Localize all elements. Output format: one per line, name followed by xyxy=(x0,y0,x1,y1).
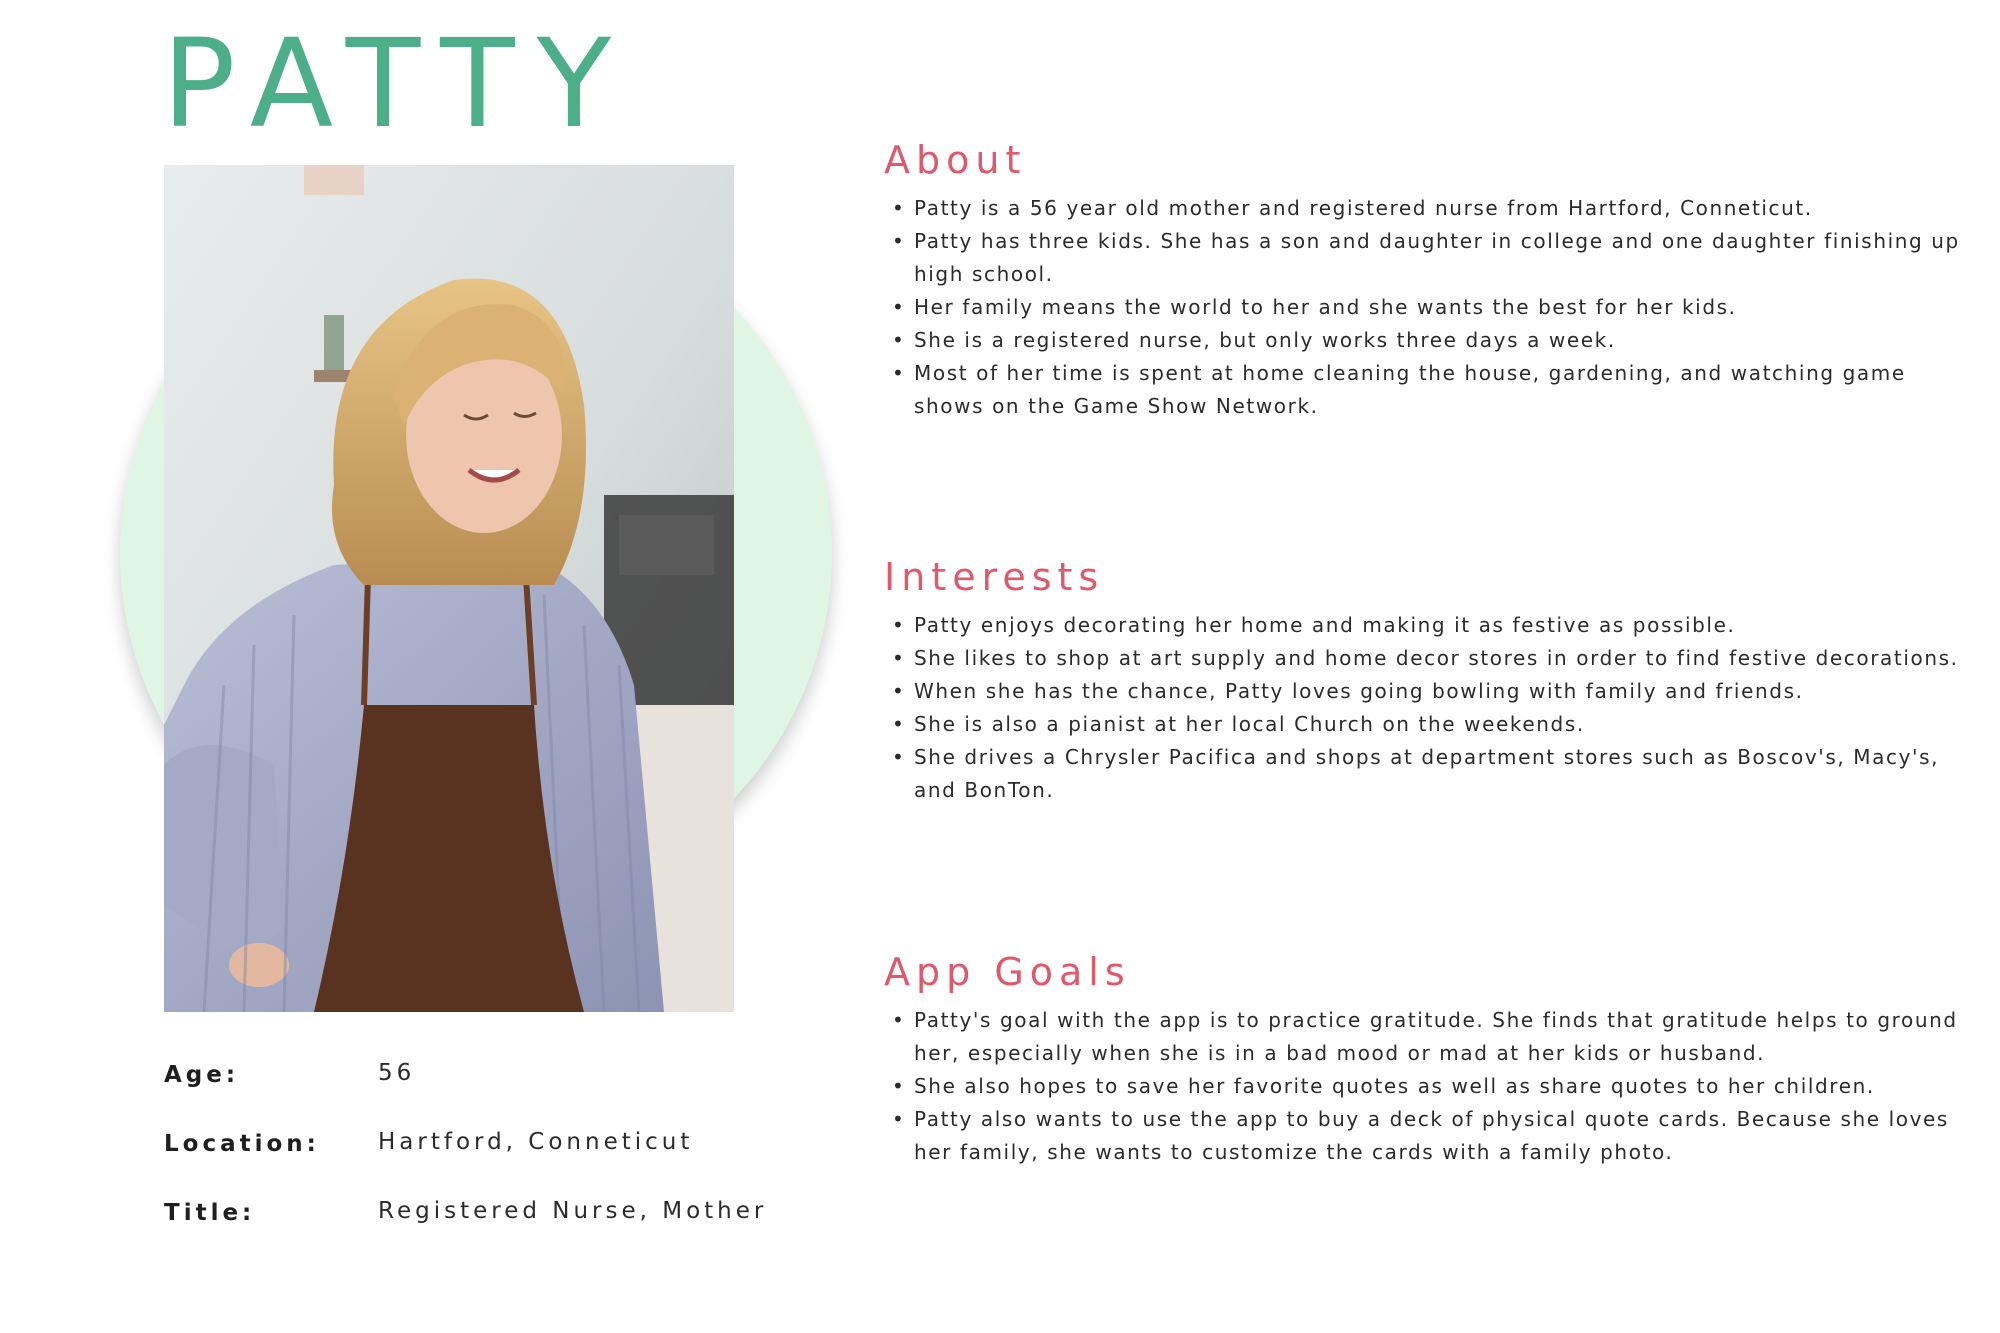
list-item: She drives a Chrysler Pacifica and shops… xyxy=(884,741,1974,807)
list-item: She also hopes to save her favorite quot… xyxy=(884,1070,1974,1103)
info-label: Title: xyxy=(164,1200,256,1226)
info-row-age: Age: 56 xyxy=(164,1060,784,1095)
app-goals-section: App Goals Patty's goal with the app is t… xyxy=(884,950,1974,1169)
info-value: Registered Nurse, Mother xyxy=(378,1198,768,1224)
portrait-photo xyxy=(164,165,734,1012)
app-goals-list: Patty's goal with the app is to practice… xyxy=(884,1004,1974,1169)
info-value: Hartford, Conneticut xyxy=(378,1129,694,1155)
list-item: Patty has three kids. She has a son and … xyxy=(884,225,1974,291)
interests-list: Patty enjoys decorating her home and mak… xyxy=(884,609,1974,807)
section-heading-app-goals: App Goals xyxy=(884,950,1131,994)
info-table: Age: 56 Location: Hartford, Conneticut T… xyxy=(164,1060,784,1269)
section-heading-interests: Interests xyxy=(884,555,1105,599)
section-heading-about: About xyxy=(884,138,1027,182)
list-item: Most of her time is spent at home cleani… xyxy=(884,357,1974,423)
photo-area xyxy=(118,165,838,1015)
persona-name: PATTY xyxy=(162,13,634,155)
info-value: 56 xyxy=(378,1060,416,1086)
info-row-title: Title: Registered Nurse, Mother xyxy=(164,1198,784,1233)
info-label: Location: xyxy=(164,1131,320,1157)
list-item: Patty is a 56 year old mother and regist… xyxy=(884,192,1974,225)
list-item: When she has the chance, Patty loves goi… xyxy=(884,675,1974,708)
list-item: Patty enjoys decorating her home and mak… xyxy=(884,609,1974,642)
list-item: She likes to shop at art supply and home… xyxy=(884,642,1974,675)
info-label: Age: xyxy=(164,1062,240,1088)
about-list: Patty is a 56 year old mother and regist… xyxy=(884,192,1974,423)
list-item: Her family means the world to her and sh… xyxy=(884,291,1974,324)
info-row-location: Location: Hartford, Conneticut xyxy=(164,1129,784,1164)
list-item: Patty's goal with the app is to practice… xyxy=(884,1004,1974,1070)
list-item: She is also a pianist at her local Churc… xyxy=(884,708,1974,741)
list-item: She is a registered nurse, but only work… xyxy=(884,324,1974,357)
list-item: Patty also wants to use the app to buy a… xyxy=(884,1103,1974,1169)
about-section: About Patty is a 56 year old mother and … xyxy=(884,138,1974,423)
interests-section: Interests Patty enjoys decorating her ho… xyxy=(884,555,1974,807)
